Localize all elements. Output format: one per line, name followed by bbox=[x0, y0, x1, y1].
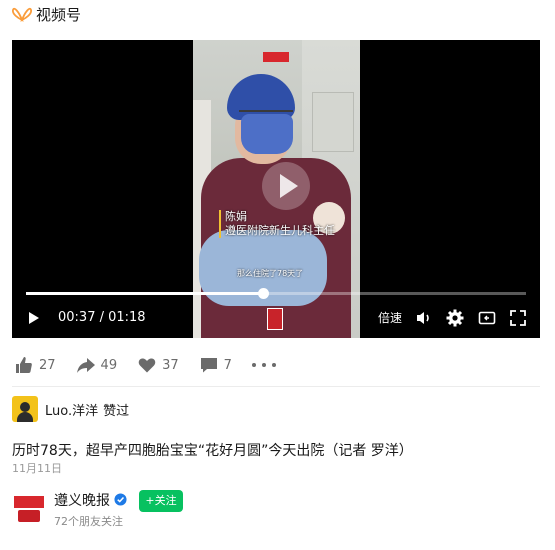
medical-equipment bbox=[312, 92, 354, 152]
speed-button[interactable]: 倍速 bbox=[378, 308, 402, 328]
face-mask bbox=[241, 114, 293, 154]
like-button[interactable]: 27 bbox=[14, 355, 56, 375]
video-subtitle: 那么住院了78天了 bbox=[237, 269, 304, 278]
share-arrow-icon bbox=[76, 358, 95, 373]
heart-icon bbox=[138, 358, 156, 373]
comment-count: 7 bbox=[223, 357, 232, 373]
center-play-icon[interactable] bbox=[262, 162, 310, 210]
share-count: 49 bbox=[100, 357, 118, 373]
like-count: 27 bbox=[39, 357, 56, 373]
channels-butterfly-icon bbox=[12, 7, 32, 22]
post-description: 历时78天，超早产四胞胎宝宝“花好月圆”今天出院（记者 罗洋） bbox=[12, 443, 413, 459]
play-icon[interactable] bbox=[26, 308, 42, 328]
settings-icon[interactable] bbox=[445, 308, 465, 328]
heart-count: 37 bbox=[162, 357, 179, 373]
avatar[interactable] bbox=[12, 396, 38, 422]
video-caption: 陈娟 遵医附院新生儿科主任 bbox=[219, 210, 335, 238]
time-display: 00:37 / 01:18 bbox=[58, 310, 146, 325]
verified-badge-icon bbox=[114, 493, 127, 506]
comment-icon bbox=[200, 358, 217, 373]
progress-bar[interactable] bbox=[26, 288, 526, 299]
watermark-seal bbox=[267, 308, 283, 330]
liked-by-row: Luo.洋洋 赞过 bbox=[12, 396, 129, 422]
watermark-logo bbox=[263, 52, 289, 62]
more-icon[interactable] bbox=[251, 355, 276, 375]
heart-button[interactable]: 37 bbox=[137, 355, 179, 375]
friends-following-count: 72个朋友关注 bbox=[54, 514, 123, 528]
liker-status: 赞过 bbox=[103, 403, 130, 419]
fullscreen-icon[interactable] bbox=[508, 308, 528, 328]
progress-fill bbox=[26, 292, 263, 295]
account-info: 遵义晚报 72个朋友关注 bbox=[54, 490, 127, 529]
thumbs-up-icon bbox=[16, 357, 32, 373]
share-button[interactable]: 49 bbox=[76, 355, 118, 375]
progress-handle[interactable] bbox=[258, 288, 269, 299]
caption-title: 遵医附院新生儿科主任 bbox=[225, 224, 335, 237]
divider bbox=[12, 386, 540, 387]
action-bar: 27 49 37 7 bbox=[14, 352, 276, 378]
post-date: 11月11日 bbox=[12, 462, 62, 475]
account-row: 遵义晚报 72个朋友关注 +关注 bbox=[14, 490, 183, 528]
account-name[interactable]: 遵义晚报 bbox=[54, 490, 110, 510]
liker-name[interactable]: Luo.洋洋 bbox=[45, 400, 98, 419]
comment-button[interactable]: 7 bbox=[199, 355, 232, 375]
volume-icon[interactable] bbox=[414, 308, 434, 328]
picture-in-picture-icon[interactable] bbox=[477, 308, 497, 328]
follow-button[interactable]: +关注 bbox=[139, 490, 183, 512]
channels-header: 视频号 bbox=[12, 3, 81, 25]
account-avatar[interactable] bbox=[14, 494, 44, 524]
channels-title: 视频号 bbox=[36, 5, 82, 24]
video-player[interactable]: 陈娟 遵医附院新生儿科主任 那么住院了78天了 00:37 / 01:18 倍速 bbox=[12, 40, 540, 338]
caption-name: 陈娟 bbox=[225, 210, 247, 223]
